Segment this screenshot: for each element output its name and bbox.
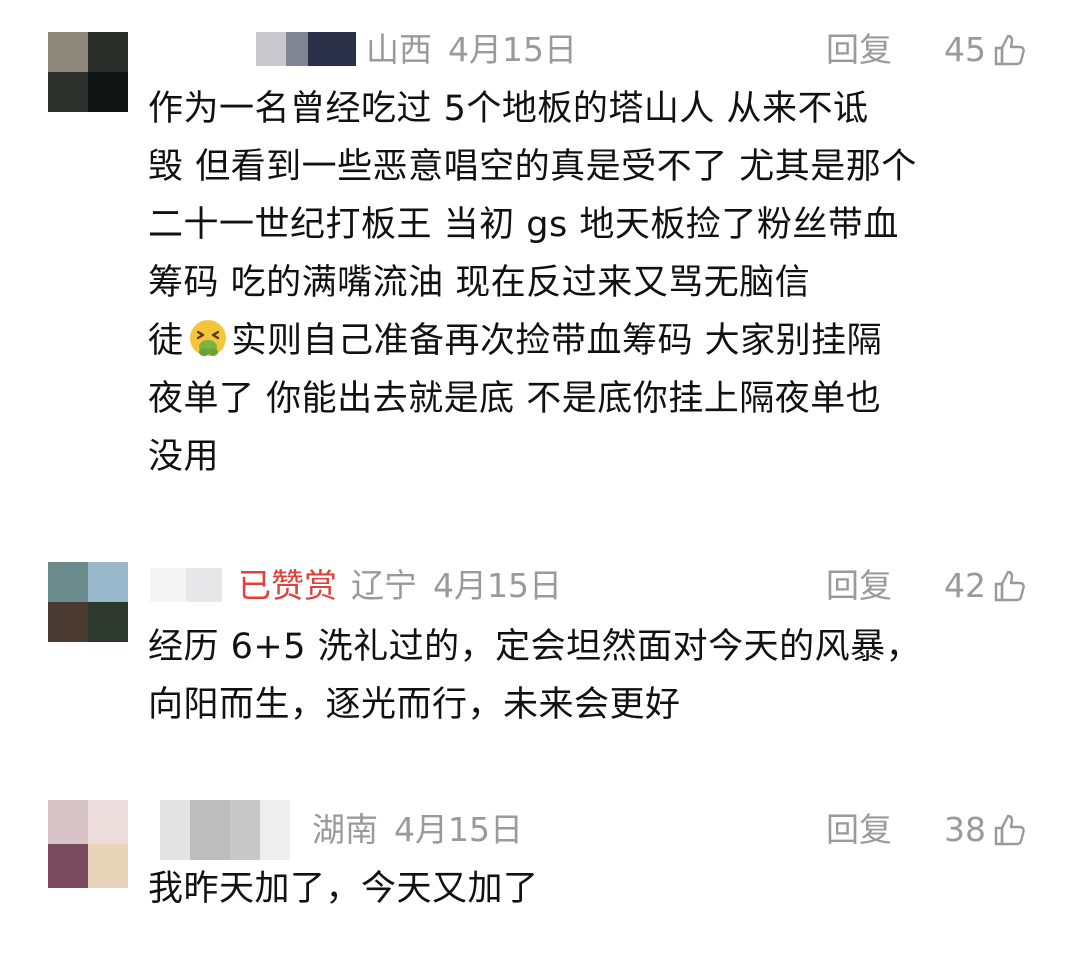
username-blurred[interactable]	[160, 800, 290, 860]
reply-button[interactable]: 回复	[826, 30, 892, 70]
region-label: 湖南	[312, 810, 378, 849]
comment-meta: 已赞赏 辽宁 4月15日	[238, 566, 562, 606]
region-label: 山西	[366, 30, 432, 69]
reply-button[interactable]: 回复	[826, 566, 892, 606]
like-button[interactable]: 38	[944, 810, 1028, 850]
region-label: 辽宁	[351, 566, 417, 605]
date-label: 4月15日	[394, 810, 523, 849]
comment-text: 经历 6+5 洗礼过的，定会坦然面对今天的风暴， 向阳而生，逐光而行，未来会更好	[148, 618, 1028, 734]
date-label: 4月15日	[433, 566, 562, 605]
comment-line: 二十一世纪打板王 当初 gs 地天板捡了粉丝带血	[148, 205, 899, 245]
avatar[interactable]	[48, 32, 128, 112]
like-button[interactable]: 45	[944, 30, 1028, 70]
thumbs-up-icon	[994, 34, 1025, 66]
comment-meta: 山西 4月15日	[366, 30, 577, 70]
comment-line: 我昨天加了，今天又加了	[148, 869, 539, 909]
avatar[interactable]	[48, 562, 128, 642]
comment-line: 没用	[148, 437, 220, 477]
date-label: 4月15日	[448, 30, 577, 69]
comment-line: 作为一名曾经吃过 5个地板的塔山人 从来不诋	[148, 89, 869, 129]
thumbs-up-icon	[994, 814, 1025, 846]
comment-line: 夜单了 你能出去就是底 不是底你挂上隔夜单也	[148, 379, 882, 419]
username-blurred[interactable]	[150, 568, 222, 602]
reply-button[interactable]: 回复	[826, 810, 892, 850]
comment-line: 毁 但看到一些恶意唱空的真是受不了 尤其是那个	[148, 147, 917, 187]
username-blurred[interactable]	[256, 32, 356, 66]
like-count: 38	[944, 810, 986, 849]
comment-text: 我昨天加了，今天又加了	[148, 860, 1028, 918]
like-count: 45	[944, 30, 986, 69]
comment-line-rest: 实则自己准备再次捡带血筹码 大家别挂隔	[231, 321, 883, 361]
like-count: 42	[944, 566, 986, 605]
comment-line: 筹码 吃的满嘴流油 现在反过来又骂无脑信	[148, 263, 811, 303]
thumbs-up-icon	[994, 570, 1025, 602]
comment-line-with-emoji: 徒 实则自己准备再次捡带血筹码 大家别挂隔	[148, 312, 1028, 370]
like-button[interactable]: 42	[944, 566, 1028, 606]
reward-badge: 已赞赏	[238, 566, 337, 605]
comment-line-prefix: 徒	[148, 321, 184, 361]
comment-line: 经历 6+5 洗礼过的，定会坦然面对今天的风暴，	[148, 627, 922, 667]
avatar[interactable]	[48, 800, 128, 888]
nauseated-face-icon	[189, 320, 226, 356]
comment-meta: 湖南 4月15日	[312, 810, 523, 850]
comment-line: 向阳而生，逐光而行，未来会更好	[148, 685, 681, 725]
comment-text: 作为一名曾经吃过 5个地板的塔山人 从来不诋 毁 但看到一些恶意唱空的真是受不了…	[148, 80, 1028, 486]
